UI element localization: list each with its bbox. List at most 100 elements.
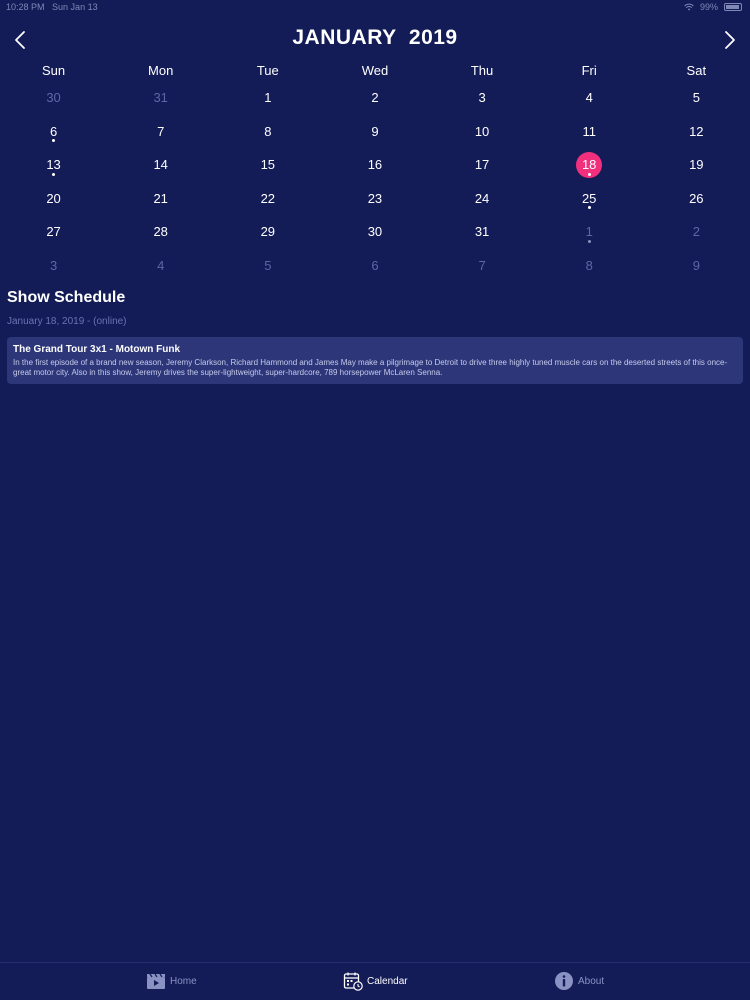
calendar-day-number: 31 bbox=[153, 90, 168, 106]
show-card[interactable]: The Grand Tour 3x1 - Motown Funk In the … bbox=[7, 337, 743, 384]
calendar-day-number: 23 bbox=[367, 190, 383, 206]
schedule-date-subtitle: January 18, 2019 - (online) bbox=[7, 316, 127, 327]
calendar-day[interactable]: 3 bbox=[429, 81, 536, 115]
calendar-day[interactable]: 6 bbox=[0, 115, 107, 149]
calendar-day[interactable]: 20 bbox=[0, 182, 107, 216]
chevron-right-icon bbox=[725, 31, 735, 49]
weekday-header-row: Sun Mon Tue Wed Thu Fri Sat bbox=[0, 63, 750, 81]
calendar-day-number: 2 bbox=[692, 224, 700, 240]
calendar-day[interactable]: 6 bbox=[321, 249, 428, 283]
calendar-day-number: 19 bbox=[689, 157, 704, 173]
event-dot-indicator bbox=[587, 239, 591, 243]
calendar-day[interactable]: 15 bbox=[214, 148, 321, 182]
calendar-day[interactable]: 29 bbox=[214, 215, 321, 249]
calendar-day-number: 2 bbox=[371, 90, 379, 106]
tab-calendar[interactable]: Calendar bbox=[343, 971, 408, 991]
calendar-day-number: 3 bbox=[478, 90, 486, 106]
calendar-day-number: 15 bbox=[260, 157, 276, 173]
calendar-day-number: 5 bbox=[692, 90, 700, 106]
video-clapper-icon bbox=[147, 973, 165, 989]
calendar-day[interactable]: 31 bbox=[107, 81, 214, 115]
status-right: 99% bbox=[684, 2, 742, 12]
calendar-day[interactable]: 9 bbox=[321, 115, 428, 149]
calendar-day-number: 25 bbox=[576, 185, 602, 211]
calendar-day[interactable]: 14 bbox=[107, 148, 214, 182]
calendar-day[interactable]: 16 bbox=[321, 148, 428, 182]
status-bar: 10:28 PM Sun Jan 13 99% bbox=[0, 0, 750, 14]
status-date: Sun Jan 13 bbox=[52, 2, 98, 12]
calendar-day-number: 4 bbox=[157, 257, 165, 273]
weekday-label: Fri bbox=[581, 63, 597, 78]
calendar-day[interactable]: 23 bbox=[321, 182, 428, 216]
calendar-day[interactable]: 13 bbox=[0, 148, 107, 182]
calendar-day[interactable]: 2 bbox=[321, 81, 428, 115]
month-title: JANUARY 2019 bbox=[292, 26, 458, 49]
calendar-icon bbox=[343, 972, 363, 991]
show-description: In the first episode of a brand new seas… bbox=[13, 358, 728, 377]
calendar-day-number: 29 bbox=[260, 224, 276, 240]
calendar-day[interactable]: 1 bbox=[536, 215, 643, 249]
calendar-day[interactable]: 31 bbox=[429, 215, 536, 249]
calendar-day-number: 8 bbox=[585, 257, 593, 273]
calendar-day-number: 28 bbox=[153, 224, 168, 240]
calendar-day-number: 21 bbox=[153, 190, 168, 206]
calendar-day[interactable]: 12 bbox=[643, 115, 750, 149]
calendar-day-number: 9 bbox=[692, 257, 700, 273]
show-title: The Grand Tour 3x1 - Motown Funk bbox=[13, 344, 181, 355]
tab-about[interactable]: About bbox=[554, 971, 604, 991]
calendar-day[interactable]: 19 bbox=[643, 148, 750, 182]
calendar-day[interactable]: 10 bbox=[429, 115, 536, 149]
calendar-day[interactable]: 9 bbox=[643, 249, 750, 283]
calendar-day-number: 8 bbox=[264, 123, 272, 139]
calendar-day-selected[interactable]: 18 bbox=[536, 148, 643, 182]
calendar-day-number: 30 bbox=[367, 224, 383, 240]
calendar-day-number: 9 bbox=[371, 123, 379, 139]
calendar-day[interactable]: 7 bbox=[429, 249, 536, 283]
app-screen: 10:28 PM Sun Jan 13 99% JANUARY 2019 Sun… bbox=[0, 0, 750, 1000]
weekday-label: Mon bbox=[148, 63, 174, 78]
event-dot-indicator bbox=[587, 172, 591, 176]
calendar-day[interactable]: 25 bbox=[536, 182, 643, 216]
calendar-day-number: 17 bbox=[474, 157, 490, 173]
calendar-day[interactable]: 27 bbox=[0, 215, 107, 249]
calendar-day[interactable]: 4 bbox=[107, 249, 214, 283]
calendar-day[interactable]: 30 bbox=[321, 215, 428, 249]
next-month-button[interactable] bbox=[718, 26, 742, 54]
calendar-header: JANUARY 2019 bbox=[0, 24, 750, 56]
calendar-day[interactable]: 3 bbox=[0, 249, 107, 283]
calendar-day[interactable]: 2 bbox=[643, 215, 750, 249]
tab-bar: Home Calendar About bbox=[0, 962, 750, 1000]
calendar-day[interactable]: 28 bbox=[107, 215, 214, 249]
calendar-day[interactable]: 8 bbox=[214, 115, 321, 149]
calendar-day[interactable]: 30 bbox=[0, 81, 107, 115]
calendar-day[interactable]: 1 bbox=[214, 81, 321, 115]
event-dot-indicator bbox=[52, 139, 56, 143]
calendar-day[interactable]: 4 bbox=[536, 81, 643, 115]
calendar-day[interactable]: 5 bbox=[643, 81, 750, 115]
weekday-label: Sat bbox=[686, 63, 707, 78]
calendar-day-number: 5 bbox=[264, 257, 272, 273]
calendar-day-number: 11 bbox=[582, 123, 596, 139]
event-dot-indicator bbox=[52, 172, 56, 176]
calendar-day-number: 12 bbox=[689, 123, 704, 139]
calendar-day[interactable]: 22 bbox=[214, 182, 321, 216]
tab-home[interactable]: Home bbox=[146, 971, 197, 991]
calendar-day-number: 7 bbox=[157, 123, 165, 139]
calendar-day[interactable]: 5 bbox=[214, 249, 321, 283]
calendar-day[interactable]: 21 bbox=[107, 182, 214, 216]
calendar-day[interactable]: 7 bbox=[107, 115, 214, 149]
battery-percent: 99% bbox=[699, 2, 718, 12]
calendar-day[interactable]: 11 bbox=[536, 115, 643, 149]
calendar-day-number: 6 bbox=[371, 257, 379, 273]
calendar-day[interactable]: 24 bbox=[429, 182, 536, 216]
wifi-icon bbox=[684, 3, 694, 11]
calendar-day-number: 14 bbox=[153, 157, 168, 173]
calendar-day[interactable]: 17 bbox=[429, 148, 536, 182]
calendar-day[interactable]: 26 bbox=[643, 182, 750, 216]
battery-icon bbox=[724, 3, 742, 11]
tab-calendar-label: Calendar bbox=[367, 975, 408, 987]
calendar-day-number: 26 bbox=[689, 190, 704, 206]
calendar-day-number: 1 bbox=[576, 219, 602, 245]
calendar-day-number: 30 bbox=[46, 90, 61, 106]
calendar-day[interactable]: 8 bbox=[536, 249, 643, 283]
